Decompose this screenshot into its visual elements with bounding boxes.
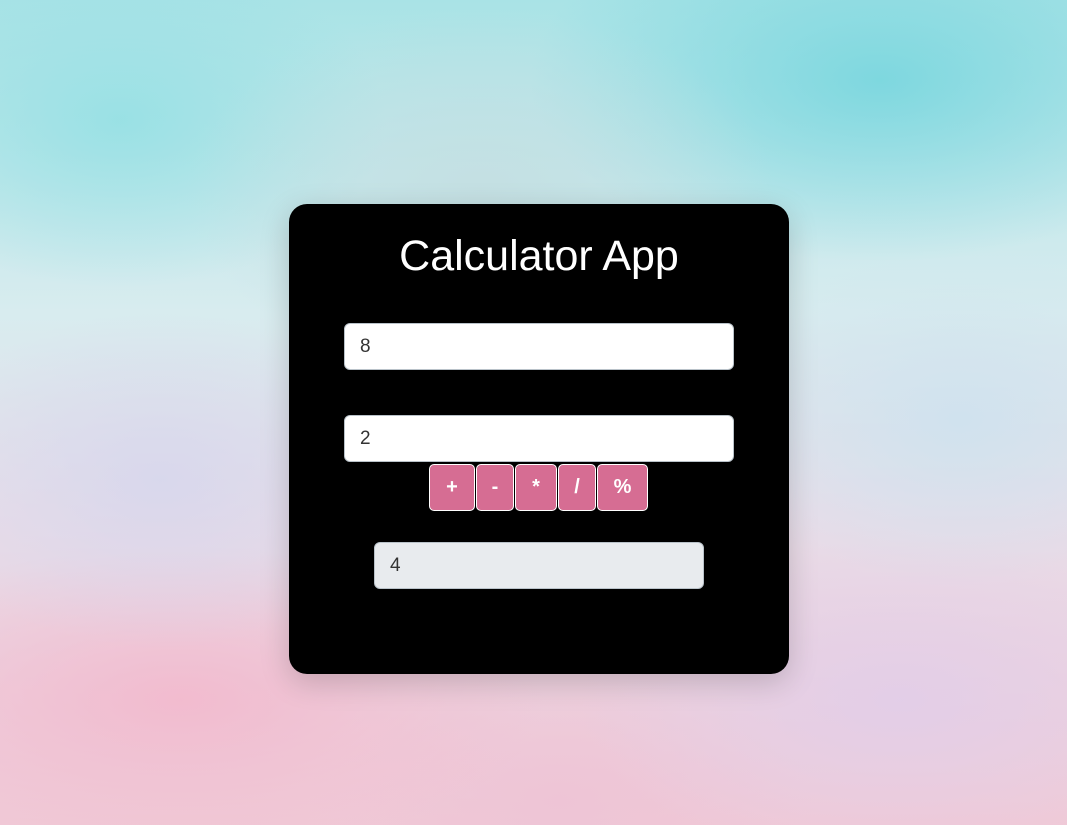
add-button[interactable]: + (429, 464, 475, 511)
calculator-card: Calculator App + - * / % (289, 204, 789, 674)
result-field (374, 542, 704, 589)
second-number-input[interactable] (344, 415, 734, 462)
first-number-input[interactable] (344, 323, 734, 370)
divide-button[interactable]: / (558, 464, 596, 511)
multiply-button[interactable]: * (515, 464, 557, 511)
operator-buttons: + - * / % (429, 464, 648, 512)
app-title: Calculator App (399, 232, 679, 280)
subtract-button[interactable]: - (476, 464, 514, 511)
modulo-button[interactable]: % (597, 464, 648, 511)
